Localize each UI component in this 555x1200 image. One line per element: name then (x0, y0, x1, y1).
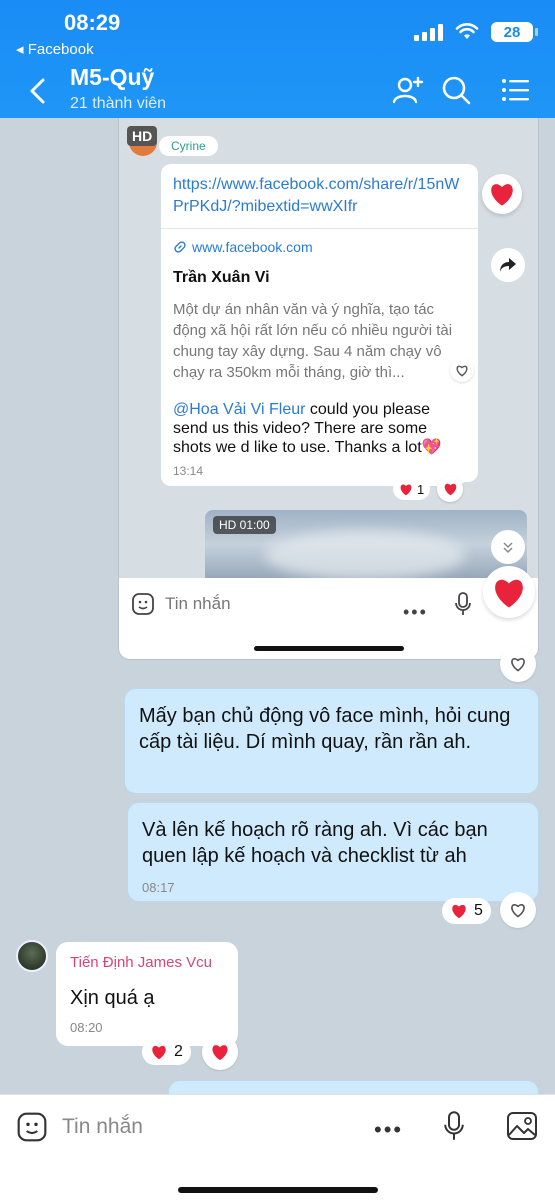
link-domain-text: www.facebook.com (192, 239, 313, 255)
avatar[interactable] (16, 940, 48, 972)
message-text: Xịn quá ạ (70, 987, 155, 1009)
link-icon (174, 241, 186, 253)
home-indicator (254, 646, 404, 651)
outgoing-message[interactable]: Mấy bạn chủ động vô face mình, hỏi cung … (124, 688, 539, 794)
message-text: Và lên kế hoạch rõ ràng ah. Vì các bạn q… (142, 819, 488, 867)
status-time: 08:29 (64, 10, 121, 35)
divider (161, 228, 478, 229)
video-badge: HD 01:00 (213, 516, 276, 534)
status-icons: 28 (414, 22, 538, 42)
heart-reaction-icon (437, 476, 463, 502)
microphone-icon[interactable] (444, 1111, 464, 1141)
incoming-message[interactable]: Tiến Định James Vcu Xịn quá ạ 08:20 (56, 942, 238, 1046)
message-input[interactable]: Tin nhắn (62, 1115, 143, 1139)
shared-screenshot-image[interactable]: HD Cyrine https://www.facebook.com/share… (118, 118, 539, 660)
message-text: Mấy bạn chủ động vô face mình, hỏi cung … (139, 705, 511, 753)
more-options-icon[interactable]: ••• (374, 1117, 403, 1143)
reaction-count[interactable]: 2 (142, 1039, 191, 1065)
member-count[interactable]: 21 thành viên (70, 95, 166, 113)
link-title: Trần Xuân Vi (173, 269, 270, 286)
react-button[interactable] (500, 892, 536, 928)
reaction-count-text: 5 (474, 902, 483, 919)
chat-header: 08:29 ◂ Facebook 28 M5-Quỹ 21 thành viên (0, 0, 555, 118)
share-icon (491, 248, 525, 282)
scroll-down-icon (491, 530, 525, 564)
image-gallery-icon[interactable] (506, 1111, 538, 1141)
heart-reaction-icon (483, 566, 535, 618)
search-icon[interactable] (440, 74, 472, 106)
sender-name[interactable]: Tiến Định James Vcu (70, 954, 224, 971)
sender-name: Cyrine (159, 136, 218, 156)
link-url: https://www.facebook.com/share/r/15nWPrP… (173, 176, 460, 215)
outgoing-message[interactable]: Và lên kế hoạch rõ ràng ah. Vì các bạn q… (127, 802, 539, 902)
message-bubble: @Hoa Vải Vi Fleur could you please send … (161, 390, 466, 486)
reaction-count-text: 2 (174, 1043, 183, 1060)
reaction-count: 1 (393, 478, 431, 500)
home-indicator (178, 1187, 378, 1193)
menu-list-icon[interactable] (500, 74, 532, 106)
back-to-facebook-link[interactable]: ◂ Facebook (16, 40, 94, 58)
battery-indicator: 28 (491, 22, 538, 42)
message-input-bar: Tin nhắn ••• (0, 1094, 555, 1200)
mention: @Hoa Vải Vi Fleur (173, 401, 306, 418)
link-domain: www.facebook.com (173, 239, 466, 255)
video-thumbnail: HD 01:00 (205, 510, 527, 586)
wifi-icon (455, 23, 479, 39)
heart-reaction-icon (482, 174, 522, 214)
message-time: 08:20 (70, 1020, 103, 1035)
sticker-icon[interactable] (16, 1111, 48, 1143)
microphone-icon (455, 592, 471, 615)
cellular-signal-icon (414, 23, 443, 41)
link-description: Một dự án nhân văn và ý nghĩa, tạo tác đ… (173, 301, 453, 381)
inner-message-input: Tin nhắn ••• (119, 578, 538, 659)
hd-badge: HD (127, 126, 158, 146)
reaction-count[interactable]: 5 (442, 898, 491, 924)
inner-input-placeholder: Tin nhắn (165, 594, 231, 613)
reaction-count-text: 1 (417, 481, 425, 497)
react-button[interactable] (500, 646, 536, 682)
back-chevron-icon[interactable] (26, 76, 50, 106)
heart-reaction-button[interactable] (202, 1034, 238, 1070)
sticker-icon (132, 593, 154, 615)
heart-outline-icon (450, 358, 474, 382)
chat-title[interactable]: M5-Quỹ (70, 64, 154, 91)
more-icon: ••• (403, 602, 428, 622)
add-member-icon[interactable] (392, 74, 424, 106)
